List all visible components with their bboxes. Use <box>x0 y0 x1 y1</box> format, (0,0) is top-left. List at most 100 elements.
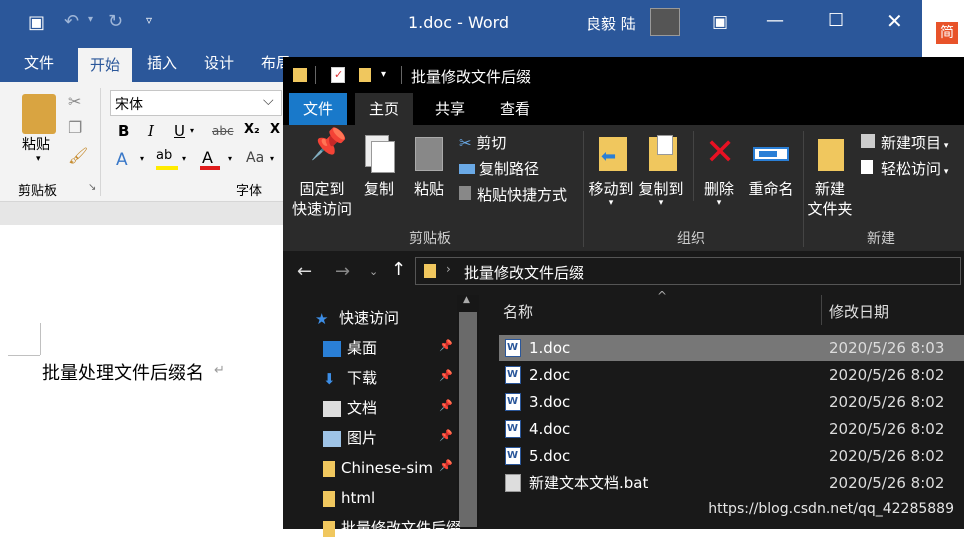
delete-icon: ✕ <box>705 132 736 173</box>
font-color-dropdown-icon[interactable]: ▾ <box>228 154 232 163</box>
minimize-icon[interactable]: — <box>766 10 784 31</box>
font-name-select[interactable]: 宋体 ⌵ <box>110 90 282 116</box>
save-icon[interactable]: ▣ <box>28 12 45 33</box>
underline-button[interactable]: U <box>174 122 185 140</box>
ribbon-display-options-icon[interactable]: ▣ <box>712 12 728 32</box>
delete-button[interactable]: ✕ 删除 ▾ <box>699 132 739 208</box>
move-to-button[interactable]: ⬅ 移动到 ▾ <box>587 135 635 208</box>
nav-scrollbar-thumb[interactable] <box>459 312 477 527</box>
file-row[interactable]: 4.doc 2020/5/26 8:02 <box>499 416 964 442</box>
paste-icon[interactable] <box>22 94 56 134</box>
column-divider[interactable] <box>821 295 822 325</box>
document-text[interactable]: 批量处理文件后缀名 <box>42 359 204 385</box>
highlight-button[interactable]: ab <box>156 148 172 163</box>
copy-to-button[interactable]: 复制到 ▾ <box>637 135 685 208</box>
close-icon[interactable]: ✕ <box>886 9 903 33</box>
nav-item[interactable]: ★ 快速访问 <box>315 305 399 331</box>
tab-file[interactable]: 文件 <box>289 93 348 125</box>
bold-button[interactable]: B <box>118 122 129 140</box>
avatar[interactable] <box>650 8 680 36</box>
copy-path-button[interactable]: 复制路径 <box>459 159 539 179</box>
nav-item[interactable]: 桌面 <box>323 335 377 361</box>
document-page[interactable]: 批量处理文件后缀名 ↵ <box>0 225 290 529</box>
pin-to-quick-access-button[interactable]: 📌 固定到 快速访问 <box>291 130 353 219</box>
recent-locations-icon[interactable]: ⌄ <box>369 265 378 278</box>
file-row[interactable]: 1.doc 2020/5/26 8:03 <box>499 335 964 361</box>
underline-dropdown-icon[interactable]: ▾ <box>190 126 194 135</box>
highlight-dropdown-icon[interactable]: ▾ <box>182 154 186 163</box>
tab-insert[interactable]: 插入 <box>147 52 177 73</box>
nav-item[interactable]: html <box>323 485 375 511</box>
back-icon[interactable]: ← <box>297 261 312 282</box>
address-bar[interactable]: › 批量修改文件后缀 <box>415 257 961 285</box>
tab-design[interactable]: 设计 <box>204 52 234 73</box>
tab-home[interactable]: 主页 <box>355 93 414 125</box>
up-icon[interactable]: ↑ <box>391 259 406 280</box>
cut-button[interactable]: ✂ 剪切 <box>459 133 506 153</box>
breadcrumb[interactable]: 批量修改文件后缀 <box>464 262 584 283</box>
customize-quick-access-icon[interactable]: ▾ <box>381 69 386 80</box>
easy-access-button[interactable]: 轻松访问 ▾ <box>861 159 948 182</box>
paste-button[interactable]: 粘贴 <box>22 134 50 154</box>
paste-shortcut-icon <box>459 186 471 200</box>
pin-icon[interactable]: 📌 <box>439 369 453 382</box>
font-color-button[interactable]: A <box>202 148 213 167</box>
file-row[interactable]: 2.doc 2020/5/26 8:02 <box>499 362 964 388</box>
forward-icon[interactable]: → <box>335 261 350 282</box>
rename-button[interactable]: 重命名 <box>745 135 797 199</box>
file-row[interactable]: 新建文本文档.bat 2020/5/26 8:02 <box>499 470 964 496</box>
new-folder-quick-icon[interactable] <box>359 68 371 82</box>
change-case-button[interactable]: Aa <box>246 150 264 166</box>
subscript-button[interactable]: X₂ <box>244 122 260 137</box>
pin-label-line2: 快速访问 <box>291 200 352 218</box>
italic-button[interactable]: I <box>148 122 154 140</box>
change-case-dropdown-icon[interactable]: ▾ <box>270 154 274 163</box>
customize-quick-access-icon[interactable]: ▿ <box>146 13 152 27</box>
file-row[interactable]: 5.doc 2020/5/26 8:02 <box>499 443 964 469</box>
nav-item[interactable]: 图片 <box>323 425 377 451</box>
tab-share[interactable]: 共享 <box>421 93 479 125</box>
tab-file[interactable]: 文件 <box>24 52 54 73</box>
file-date: 2020/5/26 8:02 <box>829 366 945 384</box>
explorer-window: ✓ ▾ 批量修改文件后缀 文件 主页 共享 查看 📌 固定到 快速访问 复制 粘… <box>283 57 964 537</box>
file-row[interactable]: 3.doc 2020/5/26 8:02 <box>499 389 964 415</box>
nav-item[interactable]: 批量修改文件后缀 <box>323 515 461 541</box>
nav-item[interactable]: ⬇ 下载 <box>323 365 377 391</box>
text-effects-dropdown-icon[interactable]: ▾ <box>140 154 144 163</box>
tab-view[interactable]: 查看 <box>486 93 544 125</box>
group-divider <box>583 131 584 247</box>
paste-button[interactable]: 粘贴 <box>409 135 449 199</box>
paste-dropdown-icon[interactable]: ▾ <box>36 154 41 164</box>
redo-icon[interactable]: ↻ <box>108 11 123 32</box>
copy-button[interactable]: 复制 <box>359 135 399 199</box>
pin-icon[interactable]: 📌 <box>439 429 453 442</box>
scroll-up-icon[interactable]: ▲ <box>463 295 470 305</box>
properties-icon[interactable]: ✓ <box>331 67 345 83</box>
text-effects-button[interactable]: A <box>116 150 128 170</box>
ime-badge[interactable]: 简 <box>936 22 958 44</box>
column-header-name[interactable]: 名称 <box>503 301 533 322</box>
column-header-date[interactable]: 修改日期 <box>829 301 889 322</box>
undo-icon[interactable]: ↶ <box>64 11 79 32</box>
clipboard-group-label: 剪贴板 <box>18 184 58 199</box>
format-painter-icon[interactable]: 🖌 <box>68 148 88 164</box>
pin-icon[interactable]: 📌 <box>439 339 453 352</box>
user-name[interactable]: 良毅 陆 <box>586 13 636 34</box>
nav-item[interactable]: 文档 <box>323 395 377 421</box>
cut-icon[interactable]: ✂ <box>68 94 81 110</box>
pin-icon[interactable]: 📌 <box>439 459 453 472</box>
clipboard-launcher-icon[interactable]: ↘ <box>88 182 96 193</box>
tab-home[interactable]: 开始 <box>78 48 133 82</box>
maximize-icon[interactable]: ☐ <box>828 10 844 31</box>
chevron-down-icon[interactable]: ⌵ <box>263 93 274 109</box>
copy-icon[interactable]: ❐ <box>68 120 82 136</box>
superscript-button[interactable]: X <box>270 122 280 137</box>
strikethrough-button[interactable]: abc <box>212 124 234 138</box>
new-item-button[interactable]: 新建项目 ▾ <box>861 133 948 156</box>
breadcrumb-chevron-icon[interactable]: › <box>446 262 451 276</box>
nav-item[interactable]: Chinese-sim <box>323 455 433 481</box>
new-folder-button[interactable]: 新建 文件夹 <box>805 135 855 219</box>
paste-shortcut-button[interactable]: 粘贴快捷方式 <box>459 185 567 205</box>
undo-dropdown-icon[interactable]: ▾ <box>88 14 93 25</box>
pin-icon[interactable]: 📌 <box>439 399 453 412</box>
